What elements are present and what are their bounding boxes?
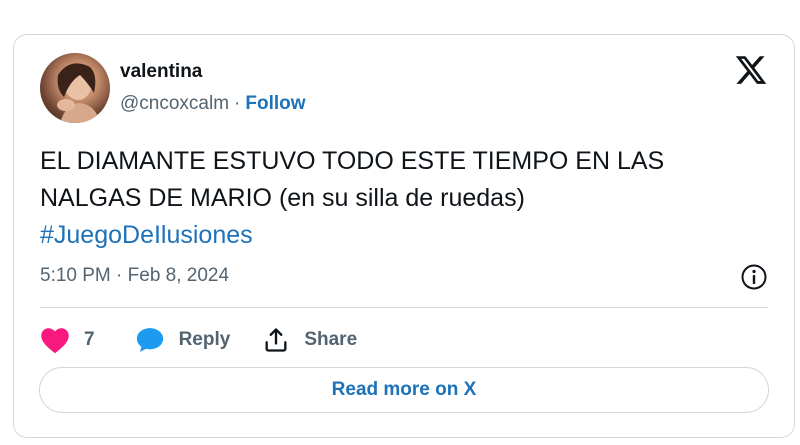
tweet-text-line-2: NALGAS DE MARIO (en su silla de ruedas) bbox=[40, 184, 525, 212]
read-more-button[interactable]: Read more on X bbox=[39, 367, 769, 413]
avatar[interactable] bbox=[40, 53, 110, 123]
handle-separator: · bbox=[234, 93, 241, 114]
author-handle[interactable]: @cncoxcalm bbox=[120, 93, 229, 114]
like-button[interactable]: 7 bbox=[40, 326, 95, 354]
author-name[interactable]: valentina bbox=[120, 61, 202, 83]
author-handle-row: @cncoxcalm · Follow bbox=[120, 93, 306, 115]
divider bbox=[40, 307, 768, 308]
heart-icon bbox=[40, 326, 70, 354]
follow-link[interactable]: Follow bbox=[245, 93, 305, 114]
reply-label: Reply bbox=[178, 329, 231, 350]
hashtag-link[interactable]: #JuegoDeIlusiones bbox=[40, 221, 253, 249]
tweet-actions: 7 Reply Share bbox=[40, 323, 357, 357]
tweet-text: EL DIAMANTE ESTUVO TODO ESTE TIEMPO EN L… bbox=[40, 143, 760, 254]
reply-bubble-icon bbox=[135, 326, 165, 354]
share-icon bbox=[262, 326, 290, 354]
reply-button[interactable]: Reply bbox=[135, 326, 231, 354]
like-count: 7 bbox=[84, 329, 95, 350]
tweet-text-line-1: EL DIAMANTE ESTUVO TODO ESTE TIEMPO EN L… bbox=[40, 147, 665, 175]
tweet-timestamp[interactable]: 5:10 PM · Feb 8, 2024 bbox=[40, 265, 229, 287]
share-button[interactable]: Share bbox=[262, 326, 357, 354]
share-label: Share bbox=[304, 329, 358, 350]
avatar-photo bbox=[57, 63, 100, 123]
x-logo-icon[interactable] bbox=[734, 53, 768, 87]
embedded-tweet-card: valentina @cncoxcalm · Follow EL DIAMANTE … bbox=[13, 34, 795, 438]
info-icon[interactable] bbox=[740, 263, 768, 291]
